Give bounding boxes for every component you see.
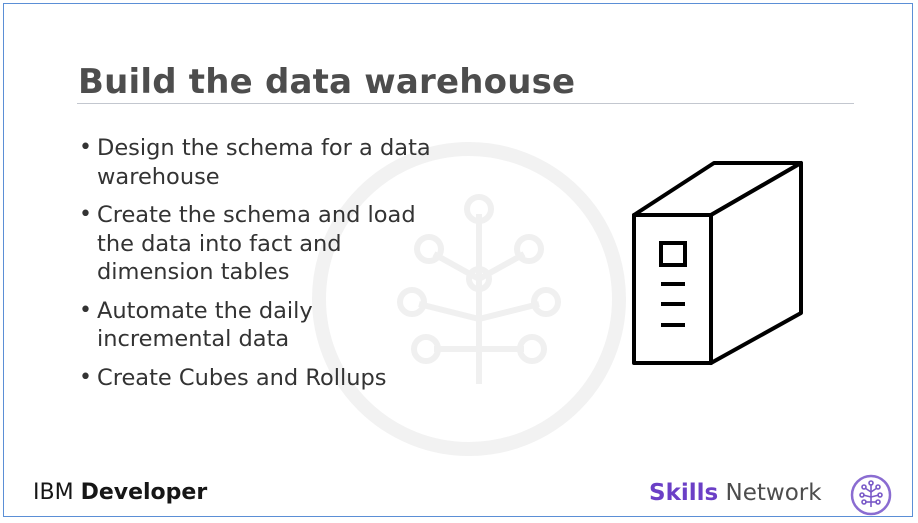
- ibm-developer-logo: IBM Developer: [33, 480, 207, 505]
- skills-wordmark: Skills: [649, 480, 719, 506]
- server-tower-icon: [632, 161, 803, 365]
- bullet-line: Create the schema and load: [97, 202, 416, 228]
- bullet-line: Automate the daily: [97, 297, 313, 324]
- bullet-line: the data into fact and: [97, 230, 342, 257]
- bullet-item: • Create Cubes and Rollups: [78, 364, 431, 393]
- developer-wordmark: Developer: [80, 480, 208, 505]
- ibm-wordmark: IBM: [33, 480, 74, 505]
- bullet-line: warehouse: [97, 163, 220, 190]
- skills-network-logo-icon: [850, 474, 892, 516]
- bullet-dot: •: [79, 364, 92, 390]
- bullet-dot: •: [79, 135, 92, 160]
- title-divider: [77, 103, 854, 104]
- bullet-dot: •: [79, 297, 92, 323]
- bullet-line: dimension tables: [97, 259, 290, 285]
- bullet-line: Design the schema for a data: [97, 135, 431, 161]
- slide-title: Build the data warehouse: [78, 62, 576, 102]
- bullet-item: • Create the schema and load the data in…: [78, 201, 431, 287]
- bullet-item: • Automate the daily incremental data: [78, 297, 431, 354]
- bullet-list: • Design the schema for a data warehouse…: [78, 134, 431, 402]
- bullet-dot: •: [79, 202, 92, 227]
- network-wordmark: Network: [725, 480, 822, 506]
- skills-network-logo: Skills Network: [649, 480, 822, 506]
- bullet-line: incremental data: [97, 326, 290, 352]
- slide: Build the data warehouse • Design the sc…: [3, 3, 913, 517]
- bullet-item: • Design the schema for a data warehouse: [78, 134, 431, 191]
- bullet-line: Create Cubes and Rollups: [97, 364, 387, 391]
